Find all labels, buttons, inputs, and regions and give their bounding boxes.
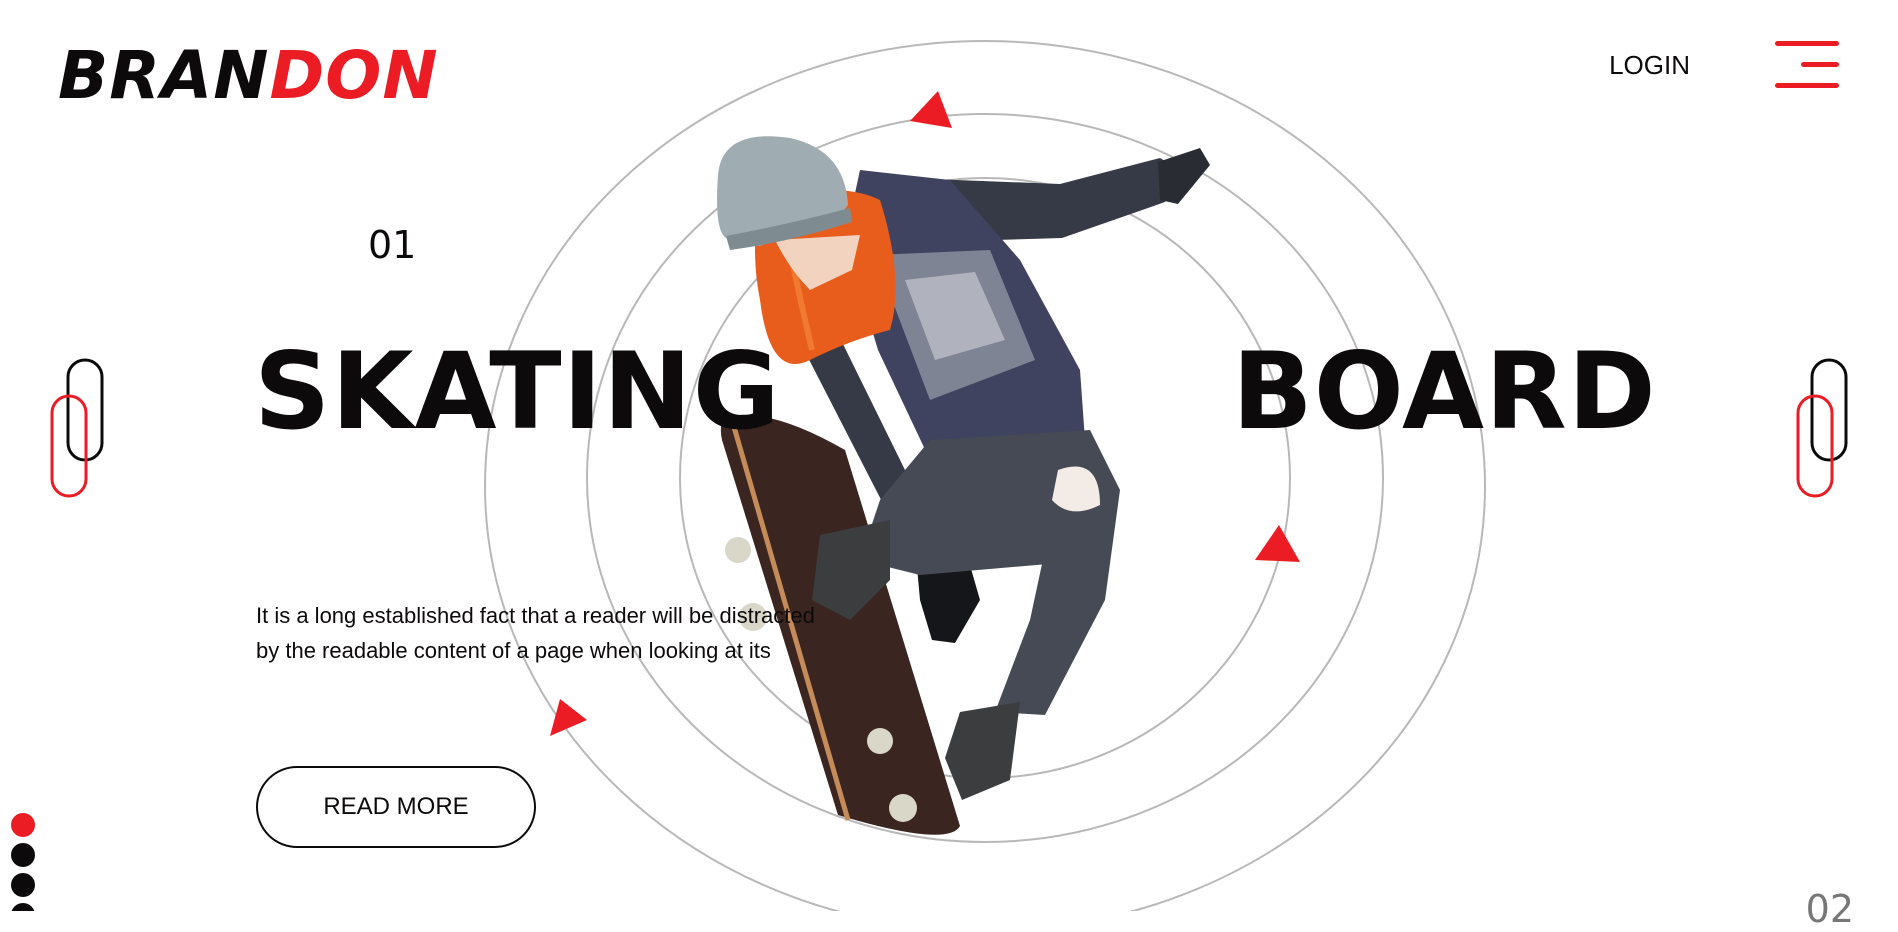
read-more-button[interactable]: READ MORE	[256, 766, 536, 848]
hamburger-menu-icon[interactable]	[1773, 41, 1839, 91]
hero-title-right: BOARD	[1232, 330, 1657, 453]
slide-number: 01	[368, 223, 417, 267]
hero-title-left: SKATING	[254, 330, 781, 453]
hero-description: It is a long established fact that a rea…	[256, 603, 815, 663]
menu-line	[1775, 83, 1839, 88]
menu-line	[1801, 62, 1839, 67]
skater-image	[717, 136, 1210, 835]
login-link[interactable]: LOGIN	[1609, 48, 1690, 82]
pagination-dot[interactable]	[11, 843, 35, 867]
prev-arrow-icon[interactable]	[46, 354, 106, 504]
pagination-dot[interactable]	[11, 813, 35, 837]
logo[interactable]: BRANDON	[58, 38, 439, 114]
next-slide-number[interactable]: 02	[1806, 886, 1854, 932]
pagination-dot[interactable]	[11, 903, 35, 911]
orbit-rings	[484, 40, 1486, 911]
pagination-dots	[11, 813, 37, 911]
pagination-dot[interactable]	[11, 873, 35, 897]
logo-part-2: DON	[269, 37, 439, 114]
menu-line	[1775, 41, 1839, 46]
logo-part-1: BRAN	[58, 37, 270, 114]
next-arrow-icon[interactable]	[1792, 354, 1852, 504]
